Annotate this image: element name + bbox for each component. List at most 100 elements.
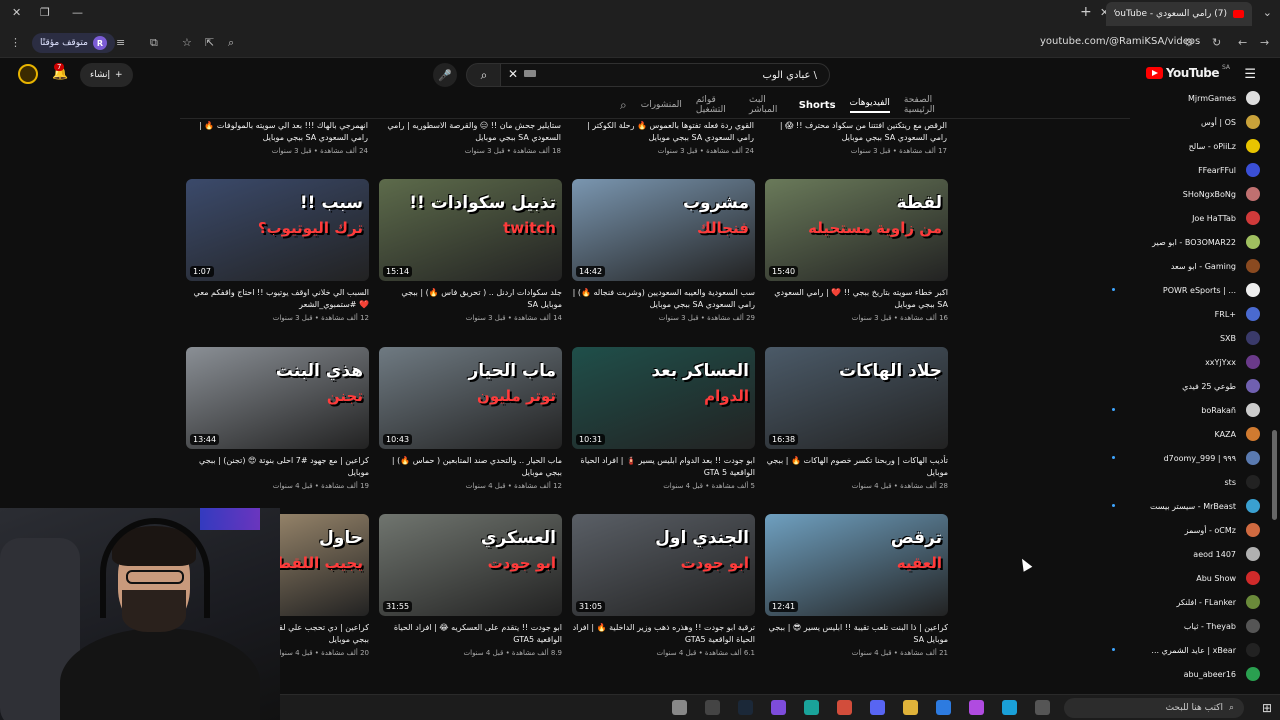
video-title[interactable]: اكبر خطاء سويته بتاريخ ببجي !! ❤️ | رامي… — [765, 287, 948, 311]
taskmgr-icon[interactable] — [1035, 700, 1050, 715]
video-thumbnail[interactable]: العساكر بعد الدوام 10:31 — [572, 347, 755, 449]
subscription-item[interactable]: أوس | OS — [1120, 110, 1260, 134]
profile-paused-button[interactable]: متوقف مؤقتًا R — [32, 33, 115, 53]
subscription-item[interactable]: ثياب - Theyab — [1120, 614, 1260, 638]
tab-2[interactable]: Shorts — [799, 100, 836, 111]
video-card[interactable]: جلاد الهاكات 16:38 تأديب الهاكات | وربحنا … — [765, 347, 948, 490]
video-card[interactable]: هذي البنت تجنن 13:44 كراعين | مع جهود #7 اح… — [186, 347, 369, 490]
windows-start-icon[interactable]: ⊞ — [1262, 701, 1272, 715]
subscription-item[interactable]: SXB — [1120, 326, 1260, 350]
app-icon[interactable] — [804, 700, 819, 715]
copilot-icon[interactable] — [969, 700, 984, 715]
subscription-item[interactable]: aeod 1407 — [1120, 542, 1260, 566]
video-title[interactable]: ماب الحيار .. والتحدي صند المتابعين ( حم… — [379, 455, 562, 479]
subscription-item[interactable]: سالح - oPiiLz — [1120, 134, 1260, 158]
subscription-item[interactable]: d7oomy_999 | ٩٩٩ — [1112, 446, 1260, 470]
subscription-item[interactable]: sts — [1120, 470, 1260, 494]
subscription-item[interactable]: abu_abeer16 — [1120, 662, 1260, 686]
video-card-top[interactable]: ستايلير جحش مان !! 😑 والقرصة الاسطوريه |… — [379, 120, 561, 155]
subscription-item[interactable]: Abu Show — [1120, 566, 1260, 590]
video-card[interactable]: ترقص العقيه 12:41 كراعين | ذا البنت تلعب تق… — [765, 514, 948, 657]
reading-list-icon[interactable]: ≡ — [116, 36, 125, 49]
minimize-window-icon[interactable]: — — [72, 6, 83, 19]
video-thumbnail[interactable]: العسكري ابو جودت 31:55 — [379, 514, 562, 616]
subscription-item[interactable]: أوسمز - oCMz — [1120, 518, 1260, 542]
video-card[interactable]: العسكري ابو جودت 31:55 ابو جودت !! يتقدم عل… — [379, 514, 562, 657]
subscription-item[interactable]: FFearFFul — [1120, 158, 1260, 182]
subscription-item[interactable]: POWR eSports | ... — [1112, 278, 1260, 302]
youtube-logo[interactable]: YouTube SA — [1145, 64, 1230, 80]
task-view-icon[interactable] — [672, 700, 687, 715]
video-thumbnail[interactable]: ترقص العقيه 12:41 — [765, 514, 948, 616]
store-icon[interactable] — [936, 700, 951, 715]
taskbar-search-box[interactable]: اكتب هنا للبحث ⌕ — [1064, 698, 1244, 718]
files-icon[interactable] — [903, 700, 918, 715]
url-field[interactable]: youtube.com/@RamiKSA/videos — [1040, 36, 1200, 47]
video-thumbnail[interactable]: تذبيل سكوادات !! twitch 15:14 — [379, 179, 562, 281]
video-card-top[interactable]: القوي ردة فعله تفتوها بالعموس 🔥 رحلة الك… — [572, 120, 754, 155]
video-card[interactable]: العساكر بعد الدوام 10:31 ابو جودت !! بعد ال… — [572, 347, 755, 490]
subscription-item[interactable]: KAZA — [1120, 422, 1260, 446]
video-card[interactable]: سبب !! ترك اليوتيوب؟ 1:07 السبب الي خلاني ا… — [186, 179, 369, 322]
user-avatar[interactable] — [18, 64, 38, 84]
voice-search-button[interactable]: 🎤 — [433, 63, 457, 87]
extensions-icon[interactable]: ⧉ — [150, 36, 158, 50]
video-thumbnail[interactable]: هذي البنت تجنن 13:44 — [186, 347, 369, 449]
share-icon[interactable]: ⇱ — [205, 36, 214, 49]
video-thumbnail[interactable]: لقطة من زاوية مستحيله 15:40 — [765, 179, 948, 281]
channel-search-icon[interactable]: ⌕ — [620, 98, 627, 113]
video-title[interactable]: جلد سكوادات اردنل .. ( تحريق فاس 🔥) | بب… — [379, 287, 562, 311]
sidebar-scrollbar[interactable] — [1272, 430, 1277, 520]
obs-icon[interactable] — [771, 700, 786, 715]
browser-menu-icon[interactable]: ⋮ — [10, 36, 21, 49]
back-icon[interactable]: ← — [1238, 36, 1247, 49]
subscription-item[interactable]: xxYjYxx — [1120, 350, 1260, 374]
tab-0[interactable]: الصفحة الرئيسية — [904, 95, 950, 115]
browser-tab-youtube[interactable]: (7) رامي السعودي - YouTube — [1106, 2, 1252, 26]
clear-search-icon[interactable]: ✕ — [508, 67, 518, 81]
tab-search-icon[interactable]: ⌄ — [1263, 6, 1272, 19]
tab-1[interactable]: الفيديوهات — [849, 98, 890, 113]
video-title[interactable]: ابو جودت !! يتقدم على العسكريه 😂 | افراد… — [379, 622, 562, 646]
video-card[interactable]: تذبيل سكوادات !! twitch 15:14 جلد سكوادات ا… — [379, 179, 562, 322]
subscription-item[interactable]: boRakañ — [1112, 398, 1260, 422]
video-title[interactable]: الرقص مع ريتكتين افتتنا من سكواد محترف !… — [765, 120, 947, 144]
video-title[interactable]: ابو جودت !! بعد الدوام ابليس يسير 🧯 | اف… — [572, 455, 755, 479]
close-window-icon[interactable]: ✕ — [12, 6, 21, 19]
subscription-item[interactable]: ابو صير - BO3OMAR22 — [1120, 230, 1260, 254]
discord-icon[interactable] — [870, 700, 885, 715]
restore-window-icon[interactable]: ❐ — [40, 6, 50, 19]
steam-icon[interactable] — [738, 700, 753, 715]
edge-icon[interactable] — [1002, 700, 1017, 715]
subscription-item[interactable]: FRL+ — [1120, 302, 1260, 326]
tab-4[interactable]: قوائم التشغيل — [696, 95, 735, 115]
new-tab-button[interactable]: + — [1080, 4, 1092, 20]
subscription-item[interactable]: MjrmGames — [1120, 86, 1260, 110]
chrome-icon[interactable] — [837, 700, 852, 715]
video-title[interactable]: ترقية ابو جودت !! وهذره ذهب وزير الداخلي… — [572, 622, 755, 646]
hamburger-menu-icon[interactable]: ☰ — [1244, 67, 1256, 82]
video-card[interactable]: ماب الحيار توتر مليون 10:43 ماب الحيار .. و… — [379, 347, 562, 490]
subscription-item[interactable]: طوعي 25 فيدي — [1120, 374, 1260, 398]
next-icon[interactable] — [705, 700, 720, 715]
video-card[interactable]: لقطة من زاوية مستحيله 15:40 اكبر خطاء سويته… — [765, 179, 948, 322]
video-card[interactable]: مشروب فنجالك 14:42 سب السعودية والعيبه السع… — [572, 179, 755, 322]
video-title[interactable]: تأديب الهاكات | وربحنا تكسر خصوم الهاكات… — [765, 455, 948, 479]
forward-icon[interactable]: → — [1260, 36, 1269, 49]
video-thumbnail[interactable]: جلاد الهاكات 16:38 — [765, 347, 948, 449]
video-card-top[interactable]: انهمرجي بالهاك !!! بعد الي سويته بالمولو… — [186, 120, 368, 155]
search-input[interactable]: عبادي الوب \ — [500, 63, 830, 87]
site-settings-icon[interactable]: ⚙ — [1184, 36, 1194, 49]
video-thumbnail[interactable]: ماب الحيار توتر مليون 10:43 — [379, 347, 562, 449]
search-button[interactable]: ⌕ — [466, 63, 502, 87]
video-card-top[interactable]: الرقص مع ريتكتين افتتنا من سكواد محترف !… — [765, 120, 947, 155]
video-card[interactable]: الجندي اول ابو جودت 31:05 ترقية ابو جودت !!… — [572, 514, 755, 657]
video-title[interactable]: كراعين | مع جهود #7 احلى بنوتة 😍 (تجنن) … — [186, 455, 369, 479]
subscription-item[interactable]: افلنكر - FLanker — [1120, 590, 1260, 614]
create-button[interactable]: إنشاء + — [80, 63, 133, 87]
reload-icon[interactable]: ↻ — [1212, 36, 1221, 49]
video-title[interactable]: السبب الي خلاني اوقف يوتيوب !! احتاج واق… — [186, 287, 369, 311]
video-title[interactable]: كراعين | ذا البنت تلعب تقيبة !! ابليس يس… — [765, 622, 948, 646]
video-title[interactable]: سب السعودية والعيبه السعوديين (وشربت فنج… — [572, 287, 755, 311]
subscription-item[interactable]: SHoNgxBoNg — [1120, 182, 1260, 206]
